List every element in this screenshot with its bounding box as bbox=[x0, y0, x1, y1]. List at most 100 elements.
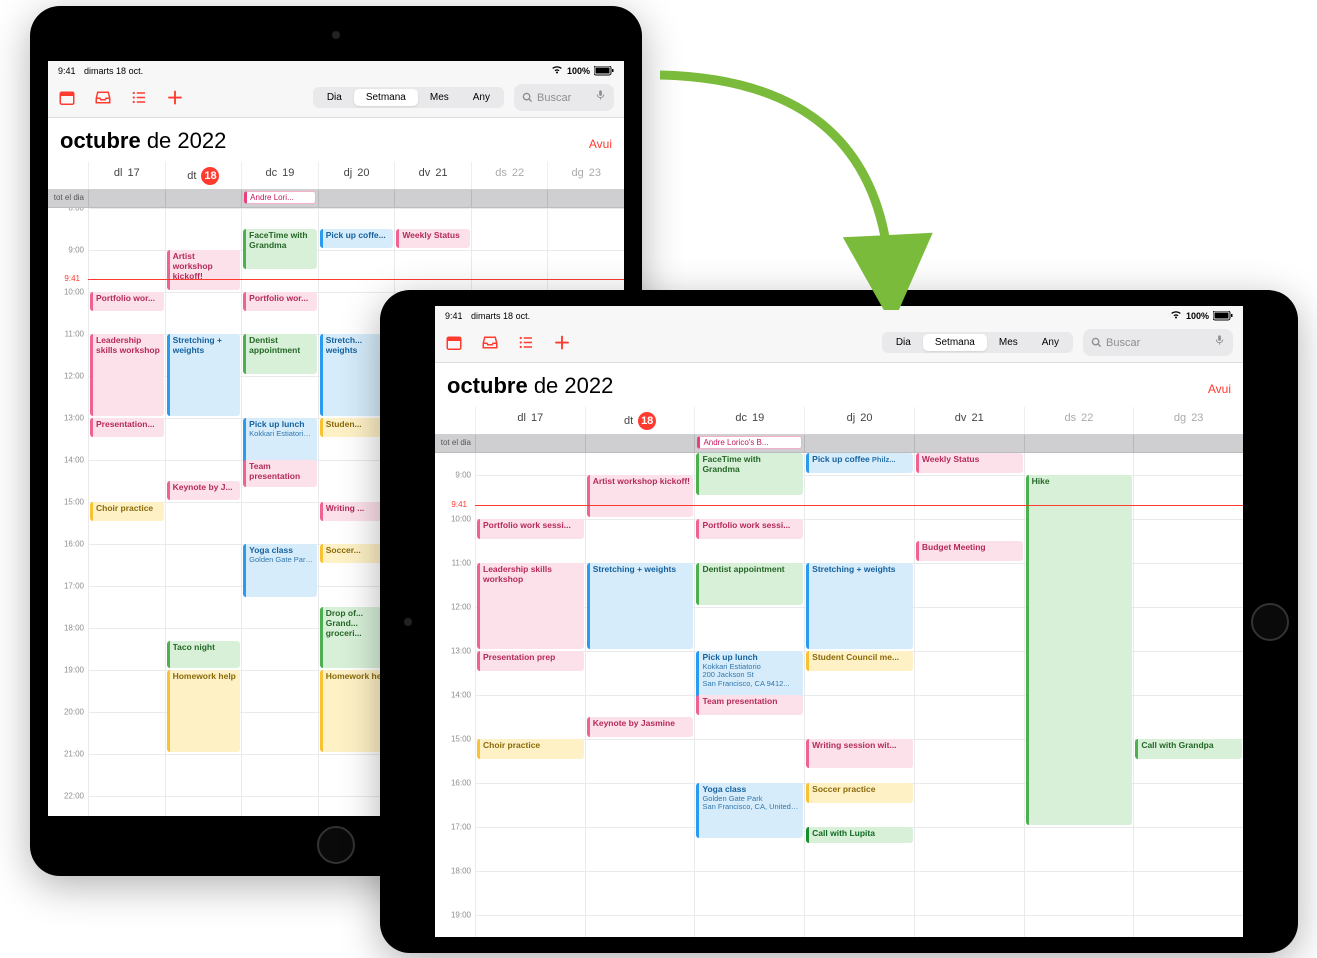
day-column[interactable]: Portfolio wor... Leadership skills worksh… bbox=[88, 208, 165, 816]
search-field[interactable]: Buscar bbox=[514, 84, 614, 111]
calendar-event[interactable]: Pick up coffee Philz... bbox=[806, 453, 913, 473]
calendar-event[interactable]: Writing session wit... bbox=[806, 739, 913, 768]
allday-event[interactable]: Andre Lori... bbox=[244, 191, 316, 204]
seg-week[interactable]: Setmana bbox=[923, 334, 987, 351]
calendar-event[interactable]: Portfolio work sessi... bbox=[477, 519, 584, 539]
seg-week[interactable]: Setmana bbox=[354, 89, 418, 106]
day-column[interactable]: Artist workshop kickoff! Stretching + wei… bbox=[585, 453, 695, 937]
seg-year[interactable]: Any bbox=[1030, 334, 1071, 351]
hour-label: 9:00 bbox=[455, 471, 471, 480]
day-column[interactable]: Call with Grandpa bbox=[1133, 453, 1243, 937]
hour-label: 22:00 bbox=[64, 792, 84, 801]
allday-row: tot el dia Andre Lorico's B... bbox=[435, 435, 1243, 453]
calendar-event[interactable]: Student Council me... bbox=[806, 651, 913, 671]
calendar-event[interactable]: Keynote by Jasmine bbox=[587, 717, 694, 737]
day-header-cell[interactable]: dl 17 bbox=[88, 162, 165, 189]
calendar-event[interactable]: Presentation prep bbox=[477, 651, 584, 671]
day-header-cell[interactable]: dc 19 bbox=[694, 407, 804, 434]
calendar-event[interactable]: Hike bbox=[1026, 475, 1133, 825]
day-column[interactable]: FaceTime with Grandma Portfolio wor... Den… bbox=[241, 208, 318, 816]
calendar-event[interactable]: FaceTime with Grandma bbox=[696, 453, 803, 495]
calendar-event[interactable]: Weekly Status bbox=[916, 453, 1023, 473]
calendar-event[interactable]: Yoga classGolden Gate Park San Francisco… bbox=[243, 544, 317, 597]
week-grid[interactable]: 9:0010:0011:0012:0013:0014:0015:0016:001… bbox=[435, 453, 1243, 937]
seg-month[interactable]: Mes bbox=[987, 334, 1030, 351]
hour-label: 18:00 bbox=[451, 867, 471, 876]
calendar-event[interactable]: Team presentation bbox=[696, 695, 803, 715]
day-header-cell[interactable]: ds 22 bbox=[1024, 407, 1134, 434]
seg-day[interactable]: Dia bbox=[315, 89, 354, 106]
mic-icon[interactable] bbox=[1214, 333, 1225, 352]
calendar-event[interactable]: Soccer practice bbox=[806, 783, 913, 803]
day-column[interactable]: Pick up coffee Philz... Stretching + weig… bbox=[804, 453, 914, 937]
calendar-event[interactable]: Yoga classGolden Gate ParkSan Francisco,… bbox=[696, 783, 803, 838]
calendar-event[interactable]: Call with Lupita bbox=[806, 827, 913, 843]
day-header-cell[interactable]: dv 21 bbox=[394, 162, 471, 189]
calendar-event[interactable]: Portfolio wor... bbox=[90, 292, 164, 311]
calendar-event[interactable]: Leadership skills workshop bbox=[477, 563, 584, 649]
calendar-event[interactable]: Artist workshop kickoff! bbox=[587, 475, 694, 517]
home-button[interactable] bbox=[1251, 603, 1289, 641]
seg-day[interactable]: Dia bbox=[884, 334, 923, 351]
day-header-cell[interactable]: ds 22 bbox=[471, 162, 548, 189]
day-header-cell[interactable]: dg 23 bbox=[1133, 407, 1243, 434]
calendar-event[interactable]: FaceTime with Grandma bbox=[243, 229, 317, 269]
hour-label: 19:00 bbox=[64, 666, 84, 675]
day-header-cell[interactable]: dj 20 bbox=[318, 162, 395, 189]
seg-year[interactable]: Any bbox=[461, 89, 502, 106]
calendar-event[interactable]: Stretching + weights bbox=[806, 563, 913, 649]
add-icon[interactable] bbox=[553, 334, 571, 352]
calendar-icon[interactable] bbox=[58, 89, 76, 107]
calendar-event[interactable]: Pick up coffe... bbox=[320, 229, 394, 248]
calendar-event[interactable]: Choir practice bbox=[477, 739, 584, 759]
calendar-event[interactable]: Homework help bbox=[167, 670, 241, 752]
calendar-event[interactable]: Keynote by J... bbox=[167, 481, 241, 500]
day-header-cell[interactable]: dg 23 bbox=[547, 162, 624, 189]
day-header-cell[interactable]: dt 18 bbox=[165, 162, 242, 189]
calendar-event[interactable]: Taco night bbox=[167, 641, 241, 668]
calendar-event[interactable]: Budget Meeting bbox=[916, 541, 1023, 561]
calendar-event[interactable]: Leadership skills workshop bbox=[90, 334, 164, 416]
calendar-event[interactable]: Presentation... bbox=[90, 418, 164, 437]
day-header-cell[interactable]: dc 19 bbox=[241, 162, 318, 189]
mic-icon[interactable] bbox=[595, 88, 606, 107]
inbox-icon[interactable] bbox=[94, 89, 112, 107]
calendar-event[interactable]: Portfolio work sessi... bbox=[696, 519, 803, 539]
calendar-event[interactable]: Team presentation bbox=[243, 460, 317, 487]
calendar-event[interactable]: Weekly Status bbox=[396, 229, 470, 248]
calendar-icon[interactable] bbox=[445, 334, 463, 352]
allday-event[interactable]: Andre Lorico's B... bbox=[697, 436, 802, 449]
day-column[interactable]: Weekly Status Budget Meeting bbox=[914, 453, 1024, 937]
calendar-event[interactable]: Call with Grandpa bbox=[1135, 739, 1242, 759]
list-icon[interactable] bbox=[130, 89, 148, 107]
calendar-event[interactable]: Dentist appointment bbox=[696, 563, 803, 605]
inbox-icon[interactable] bbox=[481, 334, 499, 352]
add-icon[interactable] bbox=[166, 89, 184, 107]
search-icon bbox=[522, 92, 533, 103]
search-field[interactable]: Buscar bbox=[1083, 329, 1233, 356]
home-button[interactable] bbox=[317, 826, 355, 864]
calendar-event[interactable]: Stretching + weights bbox=[587, 563, 694, 649]
day-column[interactable]: FaceTime with Grandma Portfolio work sess… bbox=[694, 453, 804, 937]
hour-label: 21:00 bbox=[64, 750, 84, 759]
calendar-event[interactable]: Portfolio wor... bbox=[243, 292, 317, 311]
rotation-arrow bbox=[640, 50, 940, 310]
day-header-cell[interactable]: dl 17 bbox=[475, 407, 585, 434]
day-column[interactable]: Artist workshop kickoff! Stretching + wei… bbox=[165, 208, 242, 816]
status-bar: 9:41 dimarts 18 oct. 100% bbox=[435, 306, 1243, 324]
allday-row: tot el dia Andre Lori... bbox=[48, 190, 624, 208]
day-header-cell[interactable]: dv 21 bbox=[914, 407, 1024, 434]
seg-month[interactable]: Mes bbox=[418, 89, 461, 106]
today-link[interactable]: Avui bbox=[1208, 382, 1231, 396]
list-icon[interactable] bbox=[517, 334, 535, 352]
calendar-event[interactable]: Artist workshop kickoff! bbox=[167, 250, 241, 290]
day-column[interactable]: Portfolio work sessi... Leadership skills… bbox=[475, 453, 585, 937]
calendar-event[interactable]: Choir practice bbox=[90, 502, 164, 521]
today-link[interactable]: Avui bbox=[589, 137, 612, 151]
calendar-event[interactable]: Stretching + weights bbox=[167, 334, 241, 416]
hour-label: 15:00 bbox=[451, 735, 471, 744]
day-column[interactable]: Hike bbox=[1024, 453, 1134, 937]
calendar-event[interactable]: Dentist appointment bbox=[243, 334, 317, 374]
day-header-cell[interactable]: dj 20 bbox=[804, 407, 914, 434]
day-header-cell[interactable]: dt 18 bbox=[585, 407, 695, 434]
